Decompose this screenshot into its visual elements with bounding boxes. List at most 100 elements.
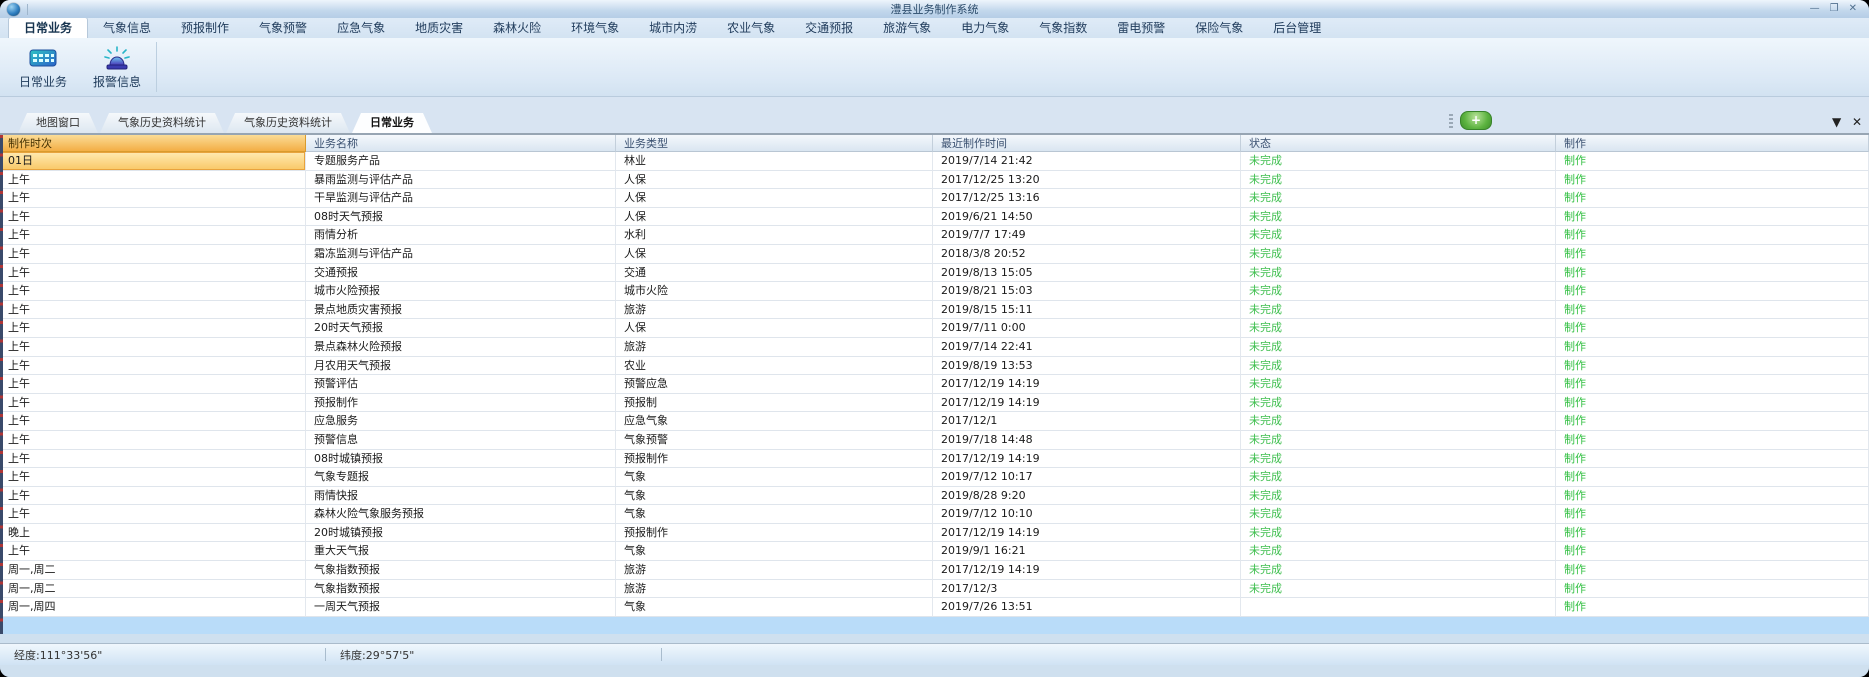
table-row[interactable]: 01日专题服务产品林业2019/7/14 21:42未完成制作	[0, 152, 1869, 171]
cell-name: 重大天气报	[306, 542, 616, 561]
ribbon-tab-3[interactable]: 预报制作	[166, 18, 244, 38]
cell-action[interactable]: 制作	[1556, 431, 1869, 450]
cell-slot: 上午	[0, 412, 306, 431]
close-button[interactable]: ✕	[1849, 0, 1857, 18]
cell-type: 农业	[616, 357, 933, 376]
ribbon-tab-17[interactable]: 后台管理	[1258, 18, 1336, 38]
ribbon-tab-12[interactable]: 旅游气象	[868, 18, 946, 38]
document-tab-1[interactable]: 地图窗口	[18, 113, 98, 133]
table-row[interactable]: 上午城市火险预报城市火险2019/8/21 15:03未完成制作	[0, 282, 1869, 301]
cell-name: 预警信息	[306, 431, 616, 450]
table-row[interactable]: 上午景点森林火险预报旅游2019/7/14 22:41未完成制作	[0, 338, 1869, 357]
cell-action[interactable]: 制作	[1556, 468, 1869, 487]
cell-type: 旅游	[616, 301, 933, 320]
cell-action[interactable]: 制作	[1556, 208, 1869, 227]
table-row[interactable]: 上午月农用天气预报农业2019/8/19 13:53未完成制作	[0, 357, 1869, 376]
table-row[interactable]: 周一,周四一周天气预报气象2019/7/26 13:51制作	[0, 598, 1869, 617]
cell-action[interactable]: 制作	[1556, 561, 1869, 580]
ribbon-tab-4[interactable]: 气象预警	[244, 18, 322, 38]
cell-name: 暴雨监测与评估产品	[306, 171, 616, 190]
table-row[interactable]: 上午08时天气预报人保2019/6/21 14:50未完成制作	[0, 208, 1869, 227]
table-row[interactable]: 上午交通预报交通2019/8/13 15:05未完成制作	[0, 264, 1869, 283]
ribbon-tab-10[interactable]: 农业气象	[712, 18, 790, 38]
cell-action[interactable]: 制作	[1556, 338, 1869, 357]
table-row[interactable]: 上午雨情快报气象2019/8/28 9:20未完成制作	[0, 487, 1869, 506]
document-tab-4[interactable]: 日常业务	[352, 113, 432, 133]
table-row[interactable]: 上午暴雨监测与评估产品人保2017/12/25 13:20未完成制作	[0, 171, 1869, 190]
cell-type: 预报制	[616, 394, 933, 413]
ribbon-tab-1[interactable]: 日常业务	[8, 17, 88, 38]
cell-type: 林业	[616, 152, 933, 171]
cell-action[interactable]: 制作	[1556, 505, 1869, 524]
cell-time: 2017/12/25 13:20	[933, 171, 1241, 190]
ribbon-tab-5[interactable]: 应急气象	[322, 18, 400, 38]
cell-action[interactable]: 制作	[1556, 152, 1869, 171]
cell-action[interactable]: 制作	[1556, 598, 1869, 617]
cell-slot: 周一,周四	[0, 598, 306, 617]
table-row[interactable]: 上午预报制作预报制2017/12/19 14:19未完成制作	[0, 394, 1869, 413]
table-row[interactable]: 上午气象专题报气象2019/7/12 10:17未完成制作	[0, 468, 1869, 487]
cell-action[interactable]: 制作	[1556, 319, 1869, 338]
cell-action[interactable]: 制作	[1556, 375, 1869, 394]
cell-action[interactable]: 制作	[1556, 357, 1869, 376]
ribbon-tab-6[interactable]: 地质灾害	[400, 18, 478, 38]
table-row[interactable]: 上午景点地质灾害预报旅游2019/8/15 15:11未完成制作	[0, 301, 1869, 320]
table-row[interactable]: 上午干旱监测与评估产品人保2017/12/25 13:16未完成制作	[0, 189, 1869, 208]
cell-action[interactable]: 制作	[1556, 301, 1869, 320]
ribbon-tab-8[interactable]: 环境气象	[556, 18, 634, 38]
ribbon-tab-2[interactable]: 气象信息	[88, 18, 166, 38]
daily-business-button[interactable]: 日常业务	[6, 38, 80, 96]
cell-action[interactable]: 制作	[1556, 524, 1869, 543]
table-row[interactable]: 晚上20时城镇预报预报制作2017/12/19 14:19未完成制作	[0, 524, 1869, 543]
cell-action[interactable]: 制作	[1556, 412, 1869, 431]
ribbon-tab-16[interactable]: 保险气象	[1180, 18, 1258, 38]
ribbon-tab-15[interactable]: 雷电预警	[1102, 18, 1180, 38]
column-header-1[interactable]: 制作时次	[0, 135, 306, 152]
cell-status: 未完成	[1241, 450, 1556, 469]
minimize-button[interactable]: —	[1810, 0, 1820, 18]
table-row[interactable]: 周一,周二气象指数预报旅游2017/12/3未完成制作	[0, 580, 1869, 599]
table-row[interactable]: 上午预警信息气象预警2019/7/18 14:48未完成制作	[0, 431, 1869, 450]
table-new-row-band[interactable]	[0, 617, 1869, 634]
add-tab-button[interactable]: +	[1460, 111, 1492, 130]
table-row[interactable]: 上午08时城镇预报预报制作2017/12/19 14:19未完成制作	[0, 450, 1869, 469]
document-tab-2[interactable]: 气象历史资料统计	[100, 113, 224, 133]
ribbon-tab-13[interactable]: 电力气象	[946, 18, 1024, 38]
column-header-4[interactable]: 最近制作时间	[933, 135, 1241, 152]
cell-action[interactable]: 制作	[1556, 450, 1869, 469]
cell-status: 未完成	[1241, 357, 1556, 376]
cell-action[interactable]: 制作	[1556, 171, 1869, 190]
cell-action[interactable]: 制作	[1556, 487, 1869, 506]
table-row[interactable]: 上午20时天气预报人保2019/7/11 0:00未完成制作	[0, 319, 1869, 338]
cell-action[interactable]: 制作	[1556, 226, 1869, 245]
ribbon-tab-11[interactable]: 交通预报	[790, 18, 868, 38]
column-header-3[interactable]: 业务类型	[616, 135, 933, 152]
cell-action[interactable]: 制作	[1556, 580, 1869, 599]
table-row[interactable]: 上午预警评估预警应急2017/12/19 14:19未完成制作	[0, 375, 1869, 394]
tabstrip-close-icon[interactable]: ✕	[1852, 115, 1862, 129]
maximize-button[interactable]: ❐	[1830, 0, 1839, 18]
tabstrip-dropdown-icon[interactable]: ▼	[1832, 115, 1841, 129]
table-row[interactable]: 上午重大天气报气象2019/9/1 16:21未完成制作	[0, 542, 1869, 561]
cell-action[interactable]: 制作	[1556, 245, 1869, 264]
cell-action[interactable]: 制作	[1556, 542, 1869, 561]
table-row[interactable]: 上午应急服务应急气象2017/12/1未完成制作	[0, 412, 1869, 431]
cell-action[interactable]: 制作	[1556, 394, 1869, 413]
document-tab-3[interactable]: 气象历史资料统计	[226, 113, 350, 133]
alarm-info-button[interactable]: 报警信息	[80, 38, 154, 96]
ribbon-tab-14[interactable]: 气象指数	[1024, 18, 1102, 38]
column-header-2[interactable]: 业务名称	[306, 135, 616, 152]
cell-action[interactable]: 制作	[1556, 189, 1869, 208]
table-row[interactable]: 上午雨情分析水利2019/7/7 17:49未完成制作	[0, 226, 1869, 245]
cell-name: 预报制作	[306, 394, 616, 413]
table-row[interactable]: 上午森林火险气象服务预报气象2019/7/12 10:10未完成制作	[0, 505, 1869, 524]
ribbon-tab-9[interactable]: 城市内涝	[634, 18, 712, 38]
longitude-readout: 经度:111°33'56"	[0, 647, 325, 663]
column-header-6[interactable]: 制作	[1556, 135, 1869, 152]
table-row[interactable]: 上午霜冻监测与评估产品人保2018/3/8 20:52未完成制作	[0, 245, 1869, 264]
cell-action[interactable]: 制作	[1556, 264, 1869, 283]
cell-action[interactable]: 制作	[1556, 282, 1869, 301]
column-header-5[interactable]: 状态	[1241, 135, 1556, 152]
table-row[interactable]: 周一,周二气象指数预报旅游2017/12/19 14:19未完成制作	[0, 561, 1869, 580]
ribbon-tab-7[interactable]: 森林火险	[478, 18, 556, 38]
